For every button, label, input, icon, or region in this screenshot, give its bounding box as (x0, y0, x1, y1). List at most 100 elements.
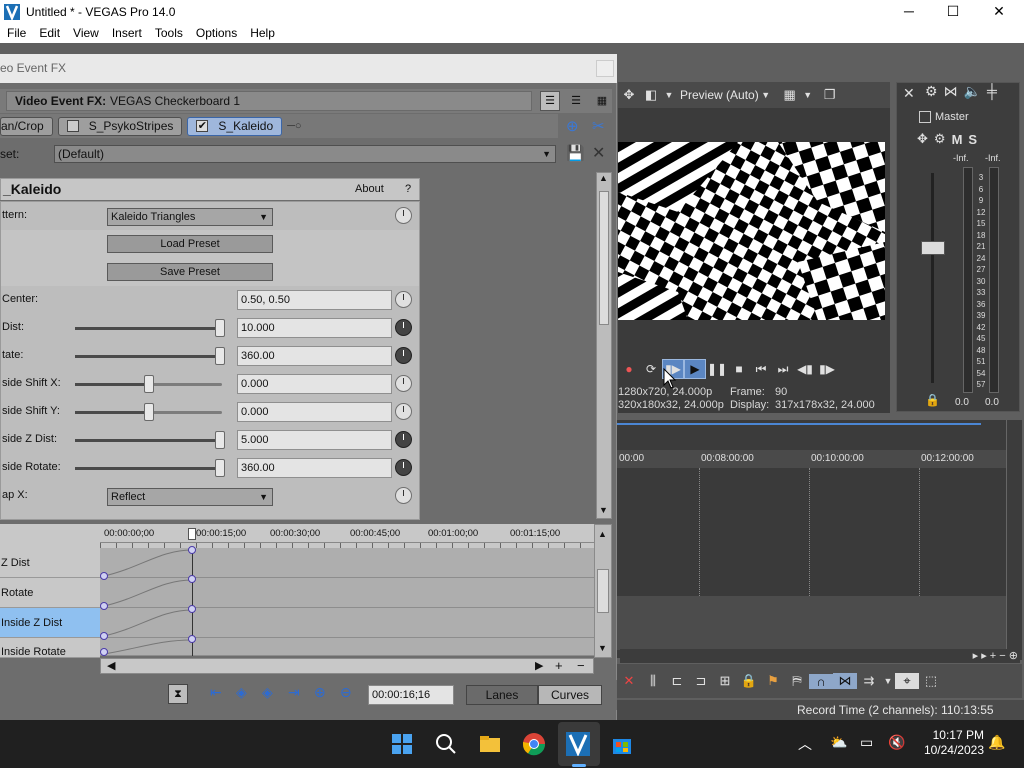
keyframe[interactable] (188, 575, 196, 583)
animate-keyframe-icon[interactable] (395, 291, 412, 308)
fx-chip-pan-crop[interactable]: an/Crop (0, 116, 53, 136)
menu-help[interactable]: Help (243, 26, 281, 40)
trim-start-icon[interactable]: ⊏ (665, 673, 689, 689)
keyframe[interactable] (188, 546, 196, 554)
timeline-vertical-scrollbar[interactable] (1006, 420, 1022, 660)
fx-enable-checkbox[interactable]: ✔ (196, 120, 209, 132)
timeline-zoom-controls[interactable]: ▸ ▸ + − ⊕ (620, 649, 1020, 663)
animate-keyframe-icon[interactable] (395, 487, 412, 504)
kf-track-inside-z-dist[interactable]: Inside Z Dist (0, 608, 100, 638)
master-fader[interactable] (921, 241, 945, 255)
chevron-down-icon[interactable]: ▼ (801, 90, 815, 100)
param-slider[interactable] (75, 375, 222, 393)
animate-keyframe-icon[interactable] (395, 207, 412, 224)
trim-end-icon[interactable]: ⊐ (689, 673, 713, 689)
parameters-scrollbar[interactable]: ▲ ▼ (596, 172, 612, 519)
remove-fx-icon[interactable]: ✂ (592, 117, 605, 135)
slider-thumb[interactable] (215, 319, 225, 337)
add-keyframe-icon[interactable]: ⊕ (314, 684, 326, 701)
slider-thumb[interactable] (144, 375, 154, 393)
mute-button[interactable]: M (952, 132, 963, 147)
copy-snapshot-icon[interactable]: ❐ (819, 87, 841, 103)
grid-view-icon[interactable]: ▦ (592, 91, 612, 111)
stop-icon[interactable]: ■ (728, 359, 750, 379)
selection-tool-icon[interactable]: ⬚ (919, 673, 943, 689)
menu-tools[interactable]: Tools (148, 26, 189, 40)
maximize-button[interactable]: ☐ (930, 0, 976, 23)
menu-file[interactable]: File (0, 26, 32, 40)
playhead-handle[interactable] (188, 528, 196, 540)
close-icon[interactable]: ✕ (903, 85, 915, 102)
param-value-field[interactable]: 0.50, 0.50 (237, 290, 392, 310)
last-keyframe-icon[interactable]: ⇥ (288, 684, 300, 701)
save-preset-button[interactable]: Save Preset (107, 263, 273, 281)
scroll-up-icon[interactable]: ▲ (598, 529, 607, 539)
zoom-in-icon[interactable]: + (555, 658, 563, 673)
about-link[interactable]: About (355, 183, 384, 195)
go-to-start-icon[interactable]: ⏮ (750, 359, 772, 379)
move-icon[interactable]: ✥ (618, 87, 640, 103)
grid-icon[interactable]: ▦ (779, 87, 801, 103)
windows-start-icon[interactable] (390, 732, 414, 756)
speaker-icon[interactable]: 🔈 (964, 83, 981, 100)
move-icon[interactable]: ✥ (917, 131, 928, 147)
slider-thumb[interactable] (144, 403, 154, 421)
list-view-icon[interactable]: ☰ (540, 91, 560, 111)
prev-keyframe-icon[interactable]: ◈ (236, 684, 247, 701)
fx-chip-psykostripes[interactable]: S_PsykoStripes (57, 116, 183, 136)
solo-button[interactable]: S (968, 132, 977, 147)
delete-icon[interactable]: ✕ (617, 673, 641, 689)
animate-keyframe-icon[interactable] (395, 319, 412, 336)
keyframe[interactable] (188, 635, 196, 643)
lock-icon[interactable]: 🔒 (925, 393, 940, 407)
param-slider[interactable] (75, 431, 225, 449)
animate-keyframe-icon[interactable] (395, 431, 412, 448)
scroll-left-icon[interactable]: ◀ (107, 659, 115, 672)
play-icon[interactable]: ▶ (684, 359, 706, 379)
slider-thumb[interactable] (215, 347, 225, 365)
file-explorer-icon[interactable] (478, 732, 502, 756)
keyframe[interactable] (100, 572, 108, 580)
scroll-thumb[interactable] (597, 569, 609, 613)
chrome-icon[interactable] (522, 732, 546, 756)
param-dropdown[interactable]: Kaleido Triangles ▼ (107, 208, 273, 226)
timeline-tracks[interactable] (617, 468, 1007, 596)
load-preset-button[interactable]: Load Preset (107, 235, 273, 253)
preset-dropdown[interactable]: (Default) ▼ (54, 145, 556, 163)
auto-crossfade-icon[interactable]: ⋈ (833, 673, 857, 689)
lanes-button[interactable]: Lanes (466, 685, 538, 705)
search-icon[interactable] (434, 732, 458, 756)
fx-close-button[interactable] (596, 60, 614, 77)
record-icon[interactable]: ● (618, 359, 640, 379)
delete-preset-icon[interactable]: ✕ (592, 143, 605, 163)
animate-keyframe-icon[interactable] (395, 459, 412, 476)
menu-view[interactable]: View (66, 26, 105, 40)
animate-keyframe-icon[interactable] (395, 375, 412, 392)
insert-fx-icon[interactable]: ⊕ (566, 117, 579, 135)
gear-icon[interactable]: ⚙ (925, 83, 938, 100)
pause-icon[interactable]: ❚❚ (706, 359, 728, 379)
animate-keyframe-icon[interactable] (395, 403, 412, 420)
split-icon[interactable]: ⊞ (713, 673, 737, 689)
menu-edit[interactable]: Edit (32, 26, 66, 40)
keyframe[interactable] (188, 605, 196, 613)
go-to-end-icon[interactable]: ⏭ (772, 359, 794, 379)
microsoft-store-icon[interactable] (610, 732, 634, 756)
split-view-icon[interactable]: ◧ (640, 87, 662, 103)
snap-icon[interactable]: ∩ (809, 673, 833, 689)
region-icon[interactable]: ⛿ (785, 673, 809, 689)
param-value-field[interactable]: 360.00 (237, 458, 392, 478)
keyframe-lanes[interactable] (100, 546, 594, 656)
fx-chip-kaleido[interactable]: ✔ S_Kaleido (187, 116, 283, 136)
kf-track-rotate[interactable]: Rotate (0, 578, 100, 608)
kf-track-z-dist[interactable]: Z Dist (0, 548, 100, 578)
fx-icon[interactable]: ⚙ (934, 131, 946, 147)
menu-insert[interactable]: Insert (105, 26, 148, 40)
keyframe[interactable] (100, 648, 108, 656)
network-icon[interactable]: ⛅ (830, 734, 847, 751)
param-value-field[interactable]: 10.000 (237, 318, 392, 338)
chevron-down-icon[interactable]: ▼ (759, 90, 773, 100)
help-link[interactable]: ? (405, 183, 411, 195)
cursor-time-field[interactable]: 00:00:16;16 (368, 685, 454, 705)
volume-mute-icon[interactable]: 🔇 (888, 734, 905, 751)
